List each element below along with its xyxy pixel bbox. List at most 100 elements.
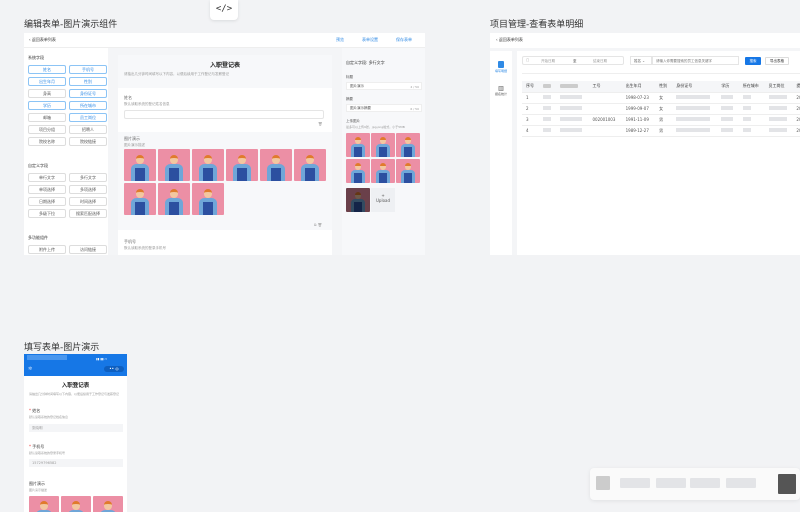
palette-field-button[interactable]: 身份证号 — [69, 89, 107, 98]
capsule-menu[interactable]: •• ◎ — [104, 366, 124, 372]
field-hint: 图片演示描述 — [124, 143, 145, 147]
image-thumbnail[interactable] — [61, 496, 91, 512]
code-view-button[interactable]: </> — [210, 0, 238, 20]
image-thumbnail[interactable] — [93, 496, 123, 512]
table-row: 30020010031991-11-09男2024 — [522, 114, 800, 126]
image-thumbnail[interactable] — [158, 183, 190, 215]
upload-hint: 最多可以上传9张，jpg,png格式，小于5MB — [346, 125, 405, 129]
field-palette: 系统字段姓名 手机号 出生年月 性别 身高 身份证号 学历 所在城市 邮箱 员工岗位 项目分组 招聘人… — [24, 48, 108, 255]
upload-button[interactable]: + Upload — [371, 188, 395, 212]
detail-sidebar: 填写明细 ▥ 报名统计 — [490, 51, 512, 255]
copy-delete-icons[interactable]: ⧉ 🗑 — [314, 223, 322, 227]
mobile-form: ▮▮ ▮▮ ▭ ✲ •• ◎ 入职登记表 请抽出几分钟时间填写以下内容，以便后续… — [24, 354, 127, 512]
title-input[interactable]: 图片演示 4 / 50 — [346, 82, 422, 90]
palette-field-button[interactable]: 搜索匹配选择 — [69, 209, 107, 218]
field-label: * 手机号 — [29, 444, 45, 449]
image-thumbnail[interactable] — [158, 149, 190, 181]
search-field-select[interactable]: 姓名 ⌄ — [630, 56, 652, 65]
search-input[interactable] — [652, 56, 739, 65]
image-thumbnail[interactable] — [346, 159, 370, 183]
table-row: 41989-12-27男2024 — [522, 125, 800, 137]
palette-field-button[interactable]: 时间选择 — [69, 197, 107, 206]
image-thumbnail[interactable] — [226, 149, 258, 181]
name-input[interactable] — [124, 110, 324, 119]
preview-button[interactable]: 预览 — [336, 37, 344, 43]
code-icon: </> — [215, 4, 233, 14]
palette-field-button[interactable]: 多级下拉 — [28, 209, 66, 218]
column-header: 工号 — [588, 81, 622, 93]
name-input[interactable]: 张晓明 — [29, 424, 123, 432]
image-thumbnail[interactable] — [371, 133, 395, 157]
palette-field-button[interactable]: 邮箱 — [28, 113, 66, 122]
field-label: 标题 — [346, 75, 353, 79]
palette-field-button[interactable]: 单行文字 — [28, 173, 66, 182]
image-thumbnail[interactable] — [346, 188, 370, 212]
column-header: 提交 — [792, 81, 800, 93]
palette-field-button[interactable]: 多行文字 — [69, 173, 107, 182]
search-button[interactable]: 搜索 — [745, 57, 761, 65]
image-thumbnail[interactable] — [396, 133, 420, 157]
date-range-picker[interactable]: ▢ 开始日期至结束日期 — [522, 56, 624, 65]
column-header: 出生年月 — [621, 81, 656, 93]
bar-chart-icon: ▥ — [498, 85, 504, 92]
palette-field-button[interactable]: 访问链接 — [69, 245, 107, 254]
field-label: 姓名 — [124, 95, 132, 100]
editor-section-title: 编辑表单-图片演示组件 — [24, 20, 118, 30]
table-row: 21999-09-07女2024 — [522, 103, 800, 115]
palette-field-button[interactable]: 员工岗位 — [69, 113, 107, 122]
mobile-status-bar: ▮▮ ▮▮ ▭ ✲ •• ◎ — [24, 354, 127, 376]
palette-field-button[interactable]: 出生年月 — [28, 77, 66, 86]
palette-group-title: 系统字段 — [28, 55, 44, 60]
form-editor: ‹ 返回表单列表 预览 表单设置 保存表单 系统字段 姓名 手机号 出生年月 性别 身高身… — [24, 33, 425, 255]
mobile-form-title: 入职登记表 — [61, 383, 90, 389]
field-label: 手机号 — [124, 239, 136, 244]
palette-field-button[interactable]: 院校名称 — [28, 137, 66, 146]
palette-field-button[interactable]: 性别 — [69, 77, 107, 86]
image-thumbnail[interactable] — [29, 496, 59, 512]
image-thumbnail[interactable] — [192, 149, 224, 181]
editor-header: ‹ 返回表单列表 预览 表单设置 保存表单 — [24, 33, 425, 48]
image-thumbnail[interactable] — [124, 149, 156, 181]
field-label: 图片演示 — [124, 136, 140, 141]
back-link[interactable]: ‹ 返回表单列表 — [29, 37, 56, 43]
image-thumbnail[interactable] — [346, 133, 370, 157]
column-header: 学历 — [717, 81, 739, 93]
column-header: 性别 — [655, 81, 673, 93]
palette-field-button[interactable]: 单项选择 — [28, 185, 66, 194]
image-thumbnail[interactable] — [396, 159, 420, 183]
image-thumbnail[interactable] — [371, 159, 395, 183]
blurred-toolbar — [590, 468, 800, 500]
save-form-button[interactable]: 保存表单 — [396, 37, 412, 43]
palette-field-button[interactable]: 手机号 — [69, 65, 107, 74]
phone-input[interactable]: 15729796582 — [29, 459, 123, 467]
palette-field-button[interactable]: 学历 — [28, 101, 66, 110]
form-detail: ‹ 返回表单列表 填写明细 ▥报名统计 ▢开始日期至结束日期 姓名 ⌄ 搜索 导… — [490, 33, 800, 255]
palette-field-button[interactable]: 附件上传 — [28, 245, 66, 254]
palette-field-button[interactable]: 日期选择 — [28, 197, 66, 206]
image-thumbnail[interactable] — [192, 183, 224, 215]
back-link[interactable]: ‹ 返回表单列表 — [496, 37, 523, 43]
palette-field-button[interactable]: 身高 — [28, 89, 66, 98]
signal-icons: ▮▮ ▮▮ ▭ — [96, 357, 108, 361]
summary-input[interactable]: 图片演示摘要 6 / 50 — [346, 104, 422, 112]
palette-field-button[interactable]: 所在城市 — [69, 101, 107, 110]
tab-fill-detail[interactable]: 填写明细 — [492, 61, 510, 73]
palette-field-button[interactable]: 院校链接 — [69, 137, 107, 146]
palette-field-button[interactable]: 项目分组 — [28, 125, 66, 134]
delete-icon[interactable]: 🗑 — [318, 122, 322, 126]
image-thumbnail[interactable] — [294, 149, 326, 181]
export-button[interactable]: 导出表格 — [765, 57, 789, 65]
form-settings-button[interactable]: 表单设置 — [362, 37, 378, 43]
tab-statistics[interactable]: ▥ 报名统计 — [492, 85, 510, 96]
palette-field-button[interactable]: 姓名 — [28, 65, 66, 74]
field-hint: 默认读取系统的登录手机号 — [29, 451, 66, 455]
home-icon[interactable]: ✲ — [28, 366, 32, 372]
palette-field-button[interactable]: 多项选择 — [69, 185, 107, 194]
palette-field-button[interactable]: 招聘人 — [69, 125, 107, 134]
image-thumbnail[interactable] — [124, 183, 156, 215]
image-thumbnail[interactable] — [260, 149, 292, 181]
column-header: 所在城市 — [738, 81, 765, 93]
column-header — [539, 81, 557, 93]
palette-group-title: 多功能组件 — [28, 235, 48, 240]
document-icon — [498, 61, 504, 68]
